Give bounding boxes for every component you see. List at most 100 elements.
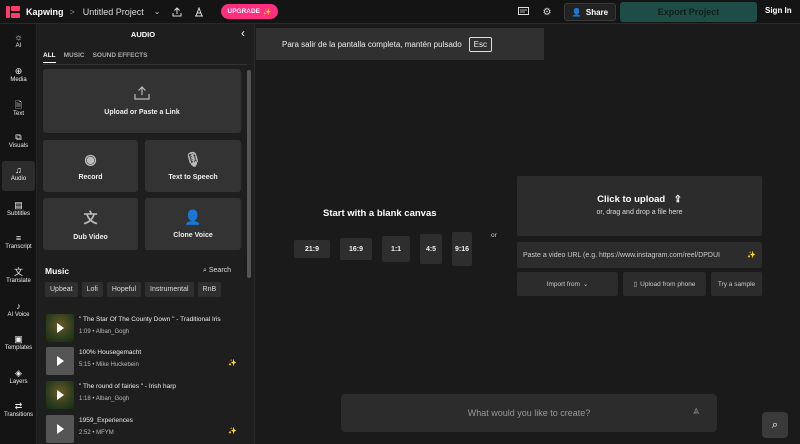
tab-all[interactable]: ALL [43, 52, 56, 63]
sign-in-link[interactable]: Sign In [765, 6, 792, 15]
ratio-1-1-button[interactable]: 1:1 [382, 236, 410, 262]
music-track[interactable]: " The round of fairies " - Irish harp 1:… [46, 381, 246, 409]
track-thumbnail[interactable] [46, 415, 74, 443]
nav-item-layers[interactable]: ◈ Layers [0, 368, 37, 385]
upgrade-button[interactable]: UPGRADE ✨ [220, 4, 279, 19]
share-label: Share [585, 7, 609, 17]
track-title: " The Star Of The County Down " - Tradit… [79, 316, 221, 323]
music-track[interactable]: " The Star Of The County Down " - Tradit… [46, 314, 246, 342]
nav-label: Layers [9, 379, 28, 385]
upload-link-button[interactable]: Upload or Paste a Link [43, 69, 241, 133]
nav-label: AI [15, 43, 22, 49]
upload-from-phone-button[interactable]: ▯ Upload from phone [623, 272, 706, 296]
chip-rnb[interactable]: RnB [197, 282, 222, 297]
comments-icon[interactable] [515, 4, 531, 20]
track-meta: 1:18 • Alban_Gogh [79, 396, 130, 402]
nav-item-transitions[interactable]: ⇄ Transitions [0, 401, 37, 418]
track-thumbnail[interactable] [46, 381, 74, 409]
nav-item-subtitles[interactable]: ▤ Subtitles [0, 200, 37, 217]
upload-icon [134, 86, 150, 103]
search-icon: ⌕ [771, 418, 779, 431]
project-name[interactable]: Untitled Project [83, 7, 144, 17]
share-upload-icon[interactable] [169, 4, 185, 20]
upgrade-label: UPGRADE [227, 8, 261, 15]
ratio-21-9-button[interactable]: 21:9 [294, 240, 330, 258]
nav-item-ai[interactable]: ☼ AI [0, 32, 37, 49]
microphone-icon: 🎙 [184, 151, 202, 167]
layers-icon: ◈ [15, 368, 22, 378]
audio-panel: AUDIO ‹ ALL MUSIC SOUND EFFECTS Upload o… [37, 24, 255, 444]
nav-item-audio[interactable]: ♫ Audio [2, 161, 35, 191]
nav-rail: ☼ AI ⊕ Media 🗎 Text ⧉ Visuals ♫ Audio ▤ … [0, 24, 37, 444]
search-button[interactable]: ⌕ [762, 412, 788, 438]
search-icon: ⌕ [203, 267, 207, 274]
ratio-16-9-button[interactable]: 16:9 [340, 238, 372, 260]
gear-icon[interactable]: ⚙ [539, 4, 555, 20]
record-label: Record [78, 174, 103, 181]
tab-sound-effects[interactable]: SOUND EFFECTS [93, 52, 148, 63]
ai-assistant-icon: ⩓ [693, 405, 700, 417]
music-search-button[interactable]: ⌕ Search [203, 267, 231, 275]
nav-item-media[interactable]: ⊕ Media [0, 66, 37, 83]
record-button[interactable]: ◉ Record [43, 140, 138, 192]
brand-name: Kapwing [26, 6, 64, 17]
collapse-panel-icon[interactable]: ‹ [241, 26, 245, 40]
ratio-9-16-button[interactable]: 9:16 [452, 232, 472, 266]
panel-scrollbar[interactable] [247, 70, 251, 278]
visuals-icon: ⧉ [15, 132, 22, 142]
create-prompt-input[interactable] [341, 394, 717, 432]
upload-title: Click to upload ⇪ [597, 194, 682, 205]
subtitles-icon: ▤ [14, 200, 23, 210]
transcript-icon: ≡ [15, 233, 22, 243]
track-thumbnail[interactable] [46, 347, 74, 375]
add-person-icon: 👤 [571, 7, 582, 17]
nav-item-ai-voice[interactable]: ♪ AI Voice [0, 301, 37, 318]
kapwing-logo[interactable]: Kapwing [6, 5, 64, 18]
import-from-button[interactable]: Import from ⌄ [517, 272, 618, 296]
chevron-down-icon[interactable]: ⌄ [154, 7, 161, 16]
track-thumbnail[interactable] [46, 314, 74, 342]
search-label: Search [208, 267, 232, 274]
music-heading: Music [45, 266, 70, 276]
music-track[interactable]: 100% Housegemacht 5:15 • Mike Huckebein … [46, 347, 246, 375]
play-icon [56, 424, 64, 434]
url-placeholder: Paste a video URL (e.g. https://www.inst… [523, 251, 720, 259]
text-icon: 🗎 [14, 100, 23, 110]
sparkle-icon: ✨ [263, 8, 272, 16]
tab-music[interactable]: MUSIC [64, 52, 85, 63]
music-filter-chips: Upbeat Lofi Hopeful Instrumental RnB [45, 282, 222, 297]
share-button[interactable]: 👤 Share [564, 3, 616, 21]
nav-label: Media [10, 77, 27, 83]
dub-video-button[interactable]: 文 Dub Video [43, 198, 138, 250]
editor-stage: Para salir de la pantalla completa, mant… [256, 24, 800, 444]
chip-upbeat[interactable]: Upbeat [45, 282, 78, 297]
translate-icon: 文 [83, 209, 98, 226]
nav-item-visuals[interactable]: ⧉ Visuals [0, 132, 37, 149]
chip-lofi[interactable]: Lofi [81, 282, 103, 297]
create-prompt-box[interactable]: ⩓ [341, 394, 717, 432]
video-url-input[interactable]: Paste a video URL (e.g. https://www.inst… [517, 242, 762, 268]
chip-hopeful[interactable]: Hopeful [106, 282, 142, 297]
chip-instrumental[interactable]: Instrumental [145, 282, 194, 297]
track-title: " The round of fairies " - Irish harp [79, 383, 176, 390]
nav-item-translate[interactable]: 文 Translate [0, 267, 37, 284]
track-title: 1959_Experiences [79, 417, 133, 424]
try-sample-button[interactable]: Try a sample [711, 272, 762, 296]
ratio-4-5-button[interactable]: 4:5 [420, 234, 442, 264]
tab-divider [43, 64, 247, 65]
sparkle-icon: ✨ [228, 360, 237, 367]
nav-label: Templates [4, 345, 33, 351]
esc-key: Esc [468, 36, 493, 52]
clone-voice-button[interactable]: 👤 Clone Voice [145, 198, 241, 250]
export-project-button[interactable]: Export Project [620, 2, 757, 22]
record-icon: ◉ [84, 151, 97, 167]
text-to-speech-button[interactable]: 🎙 Text to Speech [145, 140, 241, 192]
nav-label: Translate [6, 278, 31, 284]
nav-label: Transitions [3, 412, 34, 418]
ai-assistant-icon[interactable] [191, 4, 207, 20]
music-track[interactable]: 1959_Experiences 2:52 • MFYM ✨ [46, 415, 246, 443]
click-to-upload-area[interactable]: Click to upload ⇪ or, drag and drop a fi… [517, 176, 762, 236]
nav-item-transcript[interactable]: ≡ Transcript [0, 233, 37, 250]
nav-item-templates[interactable]: ▣ Templates [0, 334, 37, 351]
nav-item-text[interactable]: 🗎 Text [0, 100, 37, 117]
